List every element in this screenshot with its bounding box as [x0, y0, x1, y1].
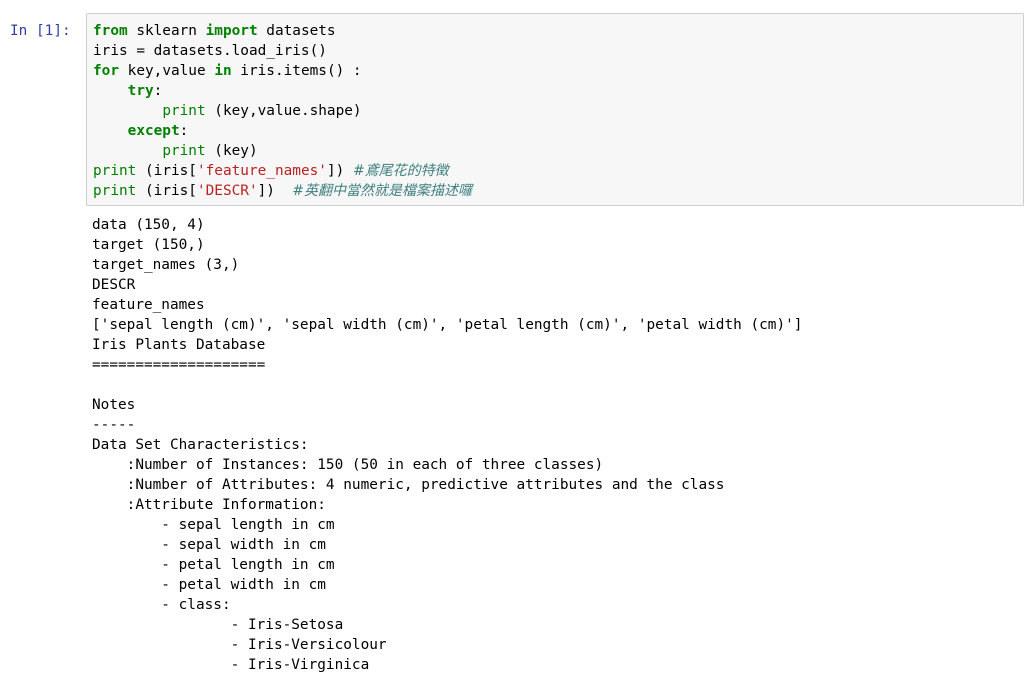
code-line: print (iris['DESCR']) #英翻中當然就是檔案描述囉 [93, 181, 472, 201]
code-token: ]) [326, 163, 353, 179]
code-line: from sklearn import datasets [93, 21, 472, 41]
code-line: print (iris['feature_names']) #鳶尾花的特徵 [93, 161, 472, 181]
keyword-token: except [127, 123, 180, 139]
code-token: (iris[ [136, 183, 197, 199]
code-token: : [153, 83, 163, 99]
builtin-token: print [93, 163, 137, 179]
input-prompt: In [1]: [10, 23, 71, 39]
output-line: :Number of Instances: 150 (50 in each of… [92, 457, 604, 473]
code-token: ]) [257, 183, 293, 199]
output-line: - sepal width in cm [92, 537, 326, 553]
output-line: ['sepal length (cm)', 'sepal width (cm)'… [92, 317, 803, 333]
code-token: (iris[ [136, 163, 197, 179]
output-text: data (150, 4) target (150,) target_names (… [92, 215, 1012, 675]
code-token: (key,value.shape) [205, 103, 362, 119]
code-line: print (key) [93, 141, 472, 161]
keyword-token: for [93, 63, 119, 79]
string-token: 'DESCR' [196, 183, 258, 199]
output-line: Data Set Characteristics: [92, 437, 309, 453]
code-token: datasets [257, 23, 336, 39]
builtin-token: print [162, 103, 206, 119]
comment-token: #英翻中當然就是檔案描述囉 [292, 183, 473, 199]
code-line: try: [93, 81, 472, 101]
output-line: target_names (3,) [92, 257, 240, 273]
code-token: iris.items() : [231, 63, 362, 79]
code-token: iris = datasets.load_iris() [93, 43, 327, 59]
output-line: - Iris-Setosa [92, 617, 344, 633]
comment-token: #鳶尾花的特徵 [352, 163, 449, 179]
output-line: - petal width in cm [92, 577, 326, 593]
code-editor[interactable]: from sklearn import datasets iris = datas… [93, 21, 472, 201]
output-line: - class: [92, 597, 231, 613]
output-line: - Iris-Versicolour [92, 637, 387, 653]
output-line: Notes [92, 397, 136, 413]
output-line: :Number of Attributes: 4 numeric, predic… [92, 477, 725, 493]
string-token: 'feature_names' [196, 163, 327, 179]
keyword-token: import [205, 23, 258, 39]
output-line: ----- [92, 417, 136, 433]
output-line: data (150, 4) [92, 217, 205, 233]
builtin-token: print [93, 183, 137, 199]
output-line: - sepal length in cm [92, 517, 335, 533]
code-token: key,value [119, 63, 215, 79]
keyword-token: from [93, 23, 128, 39]
keyword-token: try [127, 83, 154, 99]
code-token: sklearn [127, 23, 206, 39]
output-line: - petal length in cm [92, 557, 335, 573]
output-line: target (150,) [92, 237, 205, 253]
code-token: : [179, 123, 189, 139]
output-line: :Attribute Information: [92, 497, 326, 513]
keyword-token: in [214, 63, 232, 79]
code-cell-input[interactable]: from sklearn import datasets iris = datas… [86, 13, 1024, 206]
code-token: (key) [205, 143, 258, 159]
output-line: DESCR [92, 277, 136, 293]
builtin-token: print [162, 143, 206, 159]
code-line: iris = datasets.load_iris() [93, 41, 472, 61]
output-line: Iris Plants Database [92, 337, 266, 353]
output-line: feature_names [92, 297, 205, 313]
output-line: - Iris-Virginica [92, 657, 370, 673]
code-line: for key,value in iris.items() : [93, 61, 472, 81]
code-line: except: [93, 121, 472, 141]
code-line: print (key,value.shape) [93, 101, 472, 121]
code-cell-output: data (150, 4) target (150,) target_names (… [92, 215, 1012, 676]
output-line: ==================== [92, 357, 266, 373]
